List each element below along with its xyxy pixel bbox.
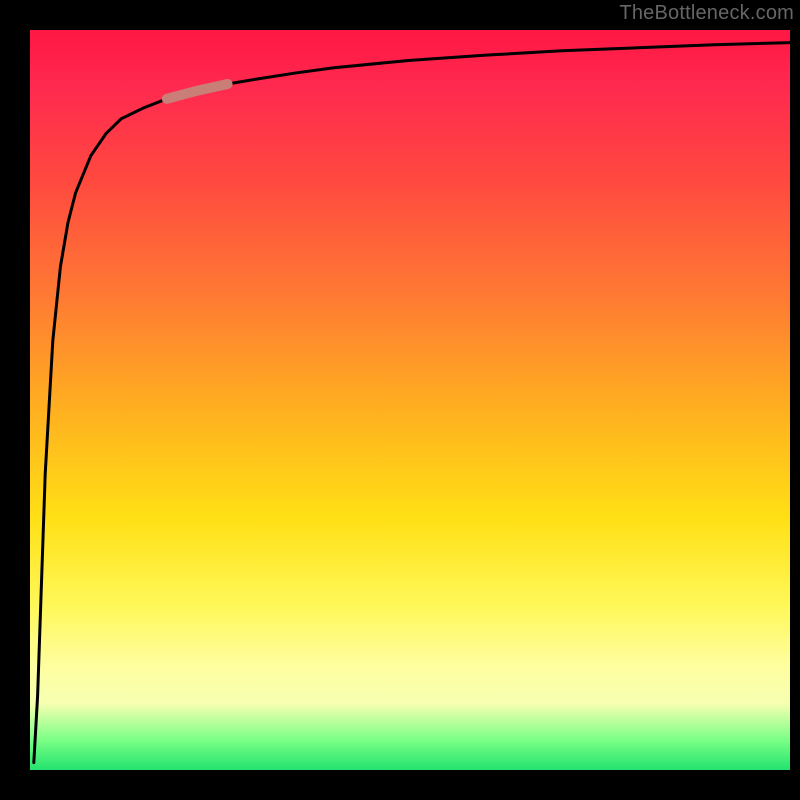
watermark-text: TheBottleneck.com: [619, 2, 794, 25]
plot-svg: [30, 30, 790, 770]
curve-line: [34, 43, 790, 763]
curve-highlight-segment: [167, 84, 228, 99]
chart-frame: TheBottleneck.com: [0, 0, 800, 800]
plot-area: [30, 30, 790, 770]
